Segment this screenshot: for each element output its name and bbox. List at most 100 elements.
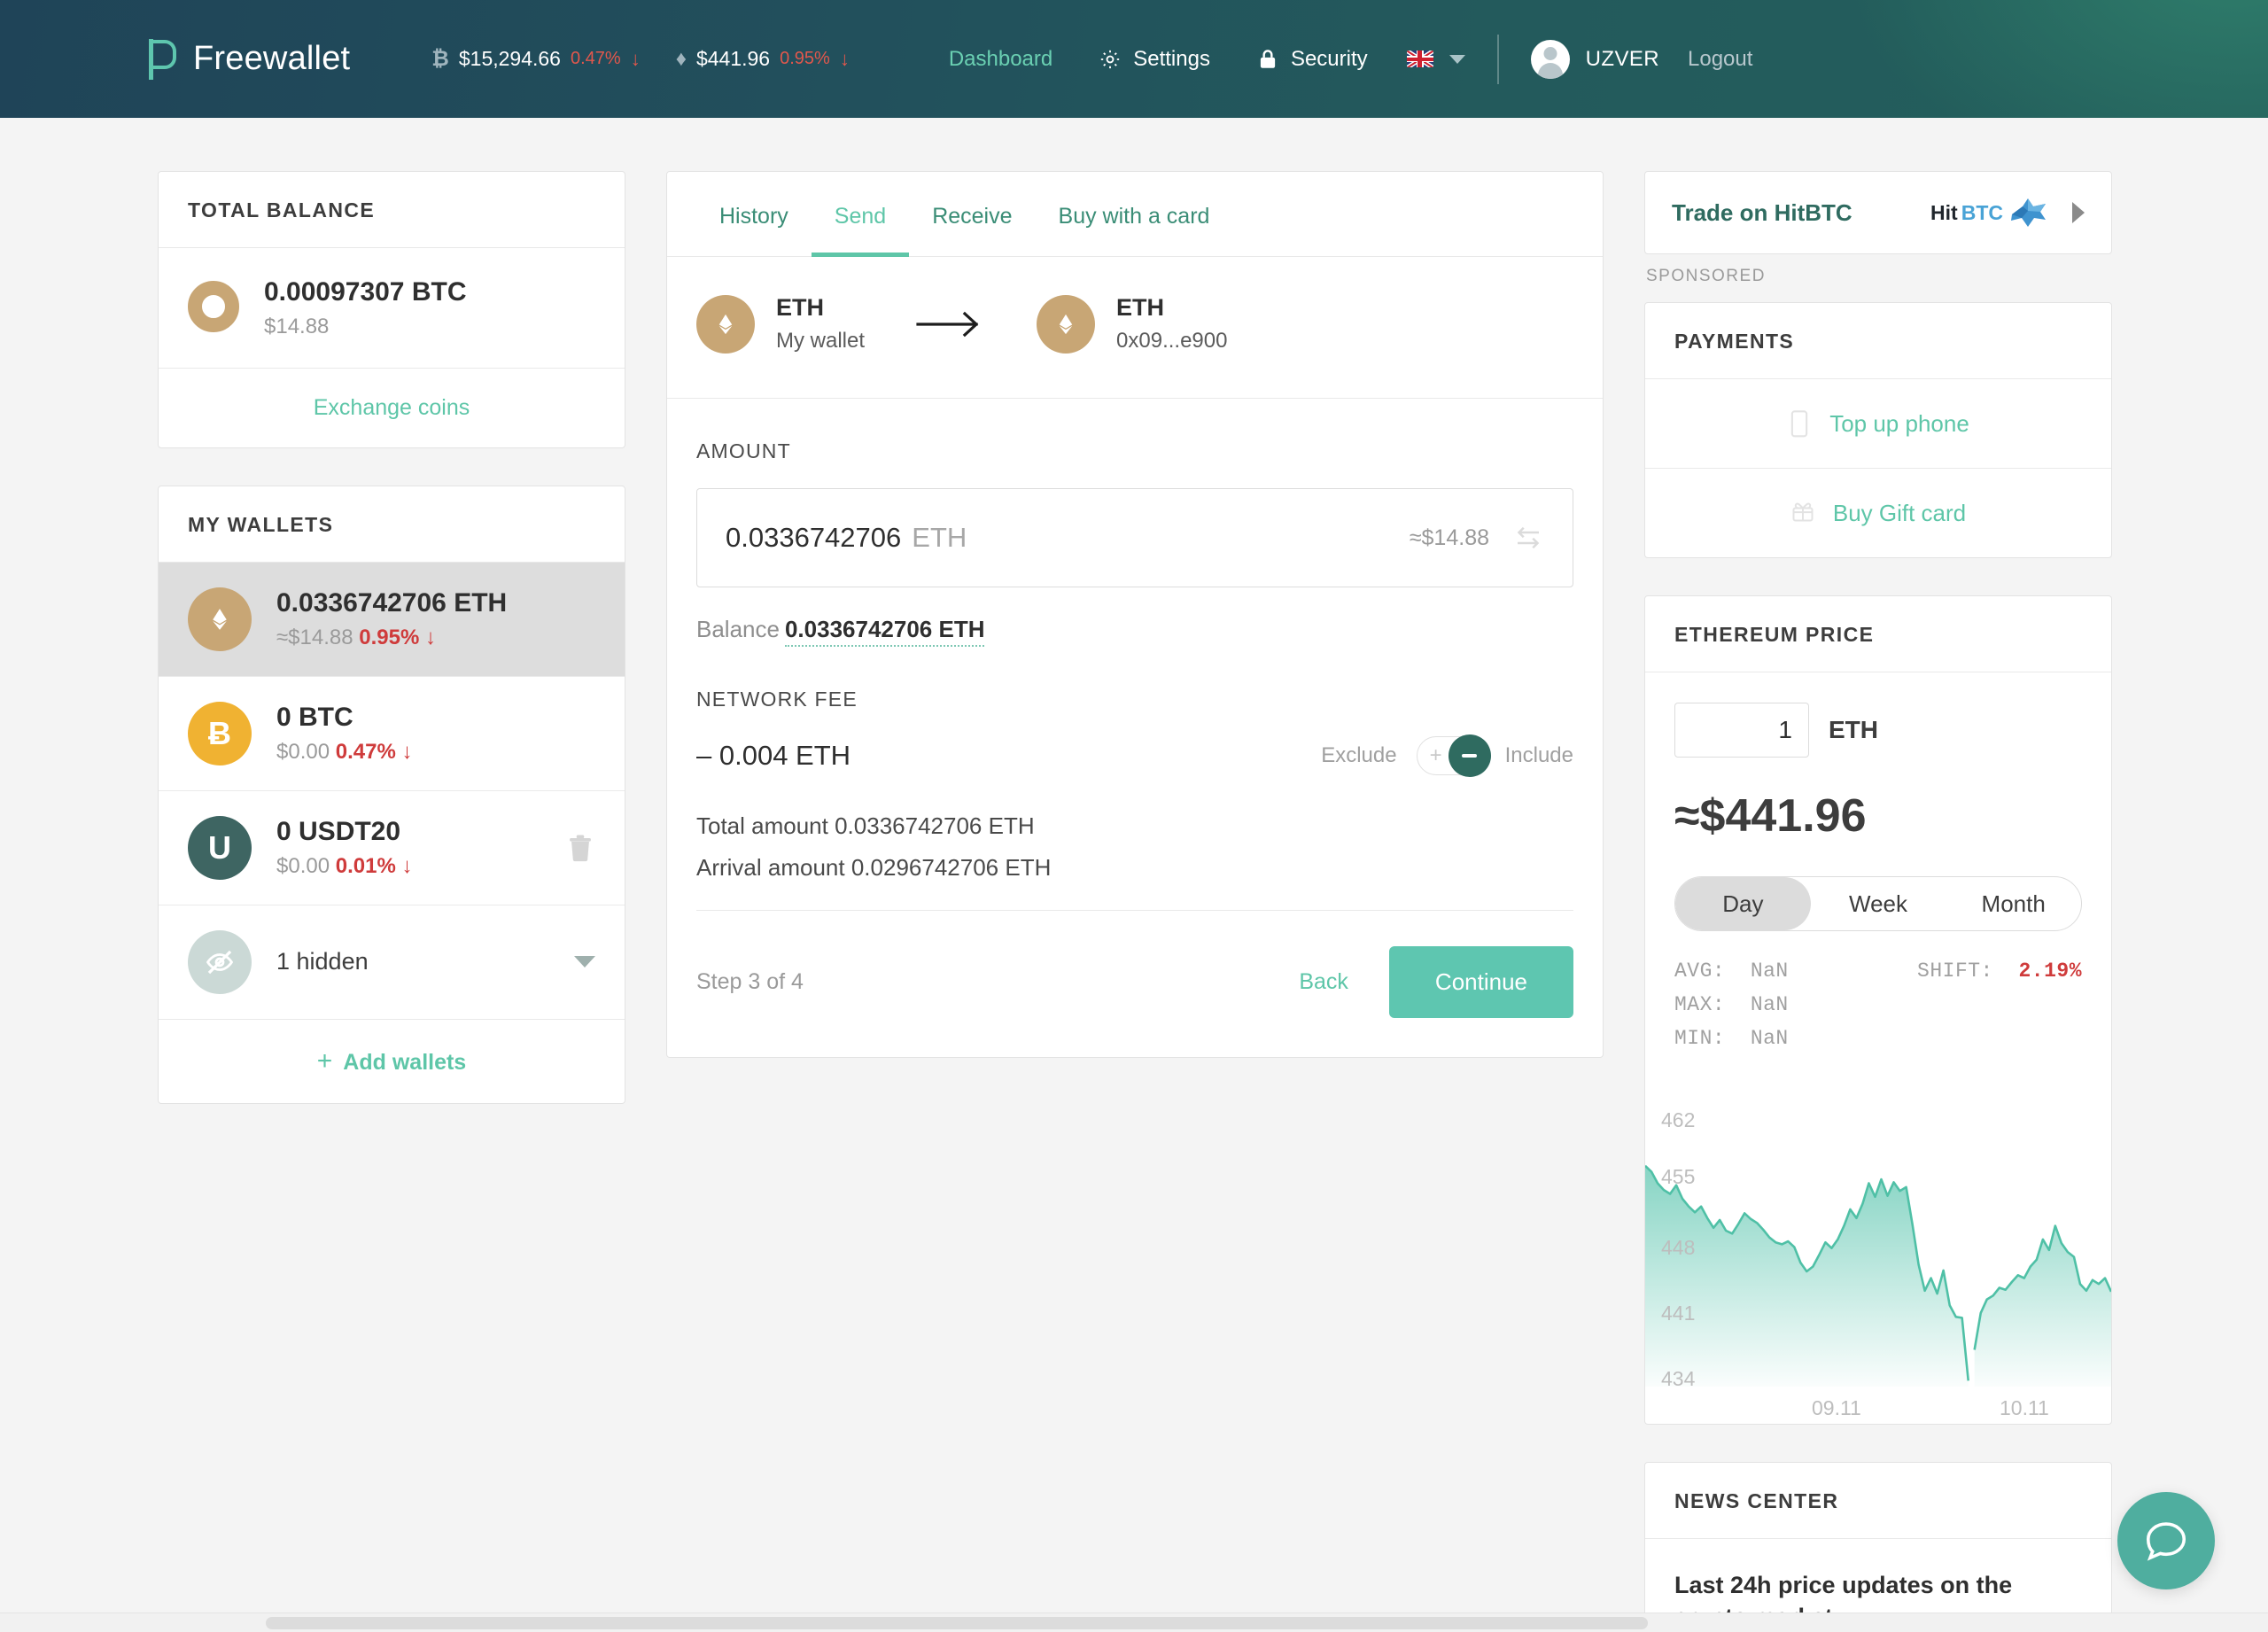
- tab-buy-with-a-card[interactable]: Buy with a card: [1036, 172, 1233, 256]
- gift-card-icon: [1790, 499, 1815, 527]
- ticker-eth-percent: 0.95%: [780, 49, 830, 68]
- wallet-btc-sub: $0.00 0.47% ↓: [276, 740, 595, 765]
- step-indicator: Step 3 of 4: [696, 969, 804, 994]
- network-fee-label: NETWORK FEE: [696, 688, 858, 711]
- transfer-from[interactable]: ETH My wallet: [696, 294, 865, 354]
- horizontal-scrollbar[interactable]: [0, 1613, 2268, 1632]
- my-wallets-card: MY WALLETS 0.0336742706 ETH ≈$14.88 0.95…: [158, 485, 625, 1104]
- avatar: [1530, 39, 1570, 79]
- wallet-btc-usd: $0.00: [276, 739, 330, 764]
- continue-button[interactable]: Continue: [1388, 946, 1573, 1018]
- nav-settings-label: Settings: [1133, 46, 1210, 71]
- nav-item-settings[interactable]: Settings: [1099, 47, 1210, 72]
- username-label: UZVER: [1585, 46, 1659, 71]
- brand-name: Freewallet: [193, 40, 351, 77]
- arrow-down-icon: ↓: [424, 625, 436, 649]
- my-wallets-title: MY WALLETS: [159, 486, 625, 563]
- brand-logo[interactable]: Freewallet: [149, 38, 351, 80]
- nav-item-dashboard[interactable]: Dashboard: [949, 47, 1052, 72]
- stat-max: MAX: NaN: [1674, 993, 1789, 1016]
- eth-unit-label: ETH: [1829, 716, 1878, 743]
- period-month[interactable]: Month: [1946, 877, 2081, 930]
- send-form: AMOUNT 0.0336742706 ETH ≈$14.88 Balance …: [667, 399, 1603, 1057]
- buy-gift-card-button[interactable]: Buy Gift card: [1645, 468, 2111, 557]
- coin-ring-icon: [188, 281, 239, 333]
- amount-unit: ETH: [912, 522, 967, 553]
- arrow-down-icon: ↓: [401, 739, 413, 764]
- wallet-btc-percent: 0.47%: [335, 739, 396, 764]
- transfer-to-address: 0x09...e900: [1116, 329, 1228, 353]
- fee-include-toggle[interactable]: +: [1416, 734, 1491, 777]
- period-week[interactable]: Week: [1811, 877, 1946, 930]
- exchange-coins-button[interactable]: Exchange coins: [159, 367, 625, 447]
- toggle-exclude-label: Exclude: [1321, 743, 1397, 767]
- chart-xtick-1: 10.11: [2000, 1396, 2049, 1419]
- swap-currency-icon[interactable]: [1512, 522, 1544, 554]
- payments-card: PAYMENTS Top up phone Buy Gift card: [1644, 302, 2112, 558]
- chart-ytick-1: 455: [1661, 1165, 1696, 1188]
- toggle-knob: [1448, 734, 1491, 777]
- amount-input[interactable]: 0.0336742706 ETH ≈$14.88: [696, 488, 1573, 587]
- back-button[interactable]: Back: [1299, 969, 1348, 995]
- bull-icon: [2008, 197, 2049, 229]
- ethereum-price-card: ETHEREUM PRICE ETH ≈$441.96 Day Week Mon…: [1644, 595, 2112, 1425]
- hitbtc-title: Trade on HitBTC: [1672, 198, 1852, 226]
- ethereum-icon: [696, 294, 755, 354]
- total-balance-card: TOTAL BALANCE 0.00097307 BTC $14.88 Exch…: [158, 171, 625, 448]
- hidden-wallets-label: 1 hidden: [276, 948, 369, 975]
- nav-dashboard-label: Dashboard: [948, 46, 1053, 71]
- ticker-btc: ₿ $15,294.66 0.47% ↓: [431, 47, 640, 72]
- eth-price-value: ≈$441.96: [1674, 790, 1867, 842]
- eth-price-chart: 462 455 448 441 434 09.11 10.11: [1645, 1105, 2111, 1424]
- ticker-btc-percent: 0.47%: [570, 49, 621, 68]
- chart-ytick-3: 441: [1661, 1302, 1696, 1325]
- chat-support-button[interactable]: [2117, 1492, 2215, 1589]
- price-ticker-group: ₿ $15,294.66 0.47% ↓ ♦ $441.96 0.95% ↓: [431, 47, 850, 72]
- wallet-row-usdt[interactable]: U 0 USDT20 $0.00 0.01% ↓: [159, 791, 625, 905]
- transfer-to-symbol: ETH: [1116, 294, 1165, 321]
- toggle-include-label: Include: [1504, 743, 1573, 767]
- wallet-usdt-amount: 0 USDT20: [276, 816, 401, 846]
- tab-history[interactable]: History: [696, 172, 812, 256]
- stat-avg: AVG: NaN: [1674, 960, 1789, 983]
- tab-send[interactable]: Send: [811, 172, 910, 257]
- chart-ytick-4: 434: [1661, 1367, 1696, 1390]
- buy-gift-card-label: Buy Gift card: [1832, 499, 1967, 526]
- top-up-phone-button[interactable]: Top up phone: [1645, 378, 2111, 468]
- trash-icon[interactable]: [565, 831, 595, 865]
- nav-item-security[interactable]: Security: [1256, 47, 1368, 72]
- period-switch: Day Week Month: [1674, 876, 2082, 931]
- plus-icon: +: [1429, 743, 1442, 767]
- sponsored-label: SPONSORED: [1646, 267, 1766, 285]
- ethereum-price-title: ETHEREUM PRICE: [1645, 596, 2111, 672]
- step-actions: Back Continue: [1299, 946, 1573, 1018]
- chevron-right-icon[interactable]: [2072, 202, 2085, 223]
- period-day[interactable]: Day: [1675, 877, 1811, 930]
- add-wallets-button[interactable]: + Add wallets: [159, 1018, 625, 1103]
- right-sidebar: Trade on HitBTC Hit BTC SPONSORED PAYMEN…: [1644, 171, 2112, 1632]
- ticker-btc-value: $15,294.66: [458, 47, 561, 70]
- plus-icon: +: [316, 1045, 333, 1076]
- total-balance-usd: $14.88: [264, 314, 330, 338]
- wallet-row-hidden[interactable]: 1 hidden: [159, 905, 625, 1019]
- price-stats: AVG: NaN MAX: NaN MIN: NaN SHIFT: 2.19%: [1674, 960, 2082, 1061]
- hitbtc-logo-btc: BTC: [1961, 200, 2003, 224]
- hitbtc-promo-banner[interactable]: Trade on HitBTC Hit BTC: [1644, 171, 2112, 254]
- wallet-eth-sub: ≈$14.88 0.95% ↓: [276, 626, 595, 650]
- balance-value[interactable]: 0.0336742706 ETH: [784, 616, 985, 647]
- add-wallets-label: Add wallets: [343, 1049, 467, 1075]
- totals-block: Total amount 0.0336742706 ETH Arrival am…: [696, 812, 1573, 882]
- wallet-row-eth[interactable]: 0.0336742706 ETH ≈$14.88 0.95% ↓: [159, 562, 625, 677]
- language-selector[interactable]: [1406, 51, 1465, 67]
- amount-value: 0.0336742706: [726, 522, 902, 553]
- wallet-row-btc[interactable]: Ƀ 0 BTC $0.00 0.47% ↓: [159, 677, 625, 791]
- user-menu[interactable]: UZVER: [1530, 39, 1659, 79]
- transfer-to[interactable]: ETH 0x09...e900: [1037, 294, 1227, 354]
- tab-receive[interactable]: Receive: [909, 172, 1035, 256]
- eth-quantity-input[interactable]: [1674, 703, 1809, 758]
- scrollbar-thumb[interactable]: [266, 1617, 1648, 1629]
- lock-icon: [1256, 48, 1279, 71]
- bitcoin-symbol-icon: ₿: [431, 46, 449, 71]
- chevron-down-icon[interactable]: [574, 956, 595, 968]
- logout-button[interactable]: Logout: [1688, 47, 1752, 72]
